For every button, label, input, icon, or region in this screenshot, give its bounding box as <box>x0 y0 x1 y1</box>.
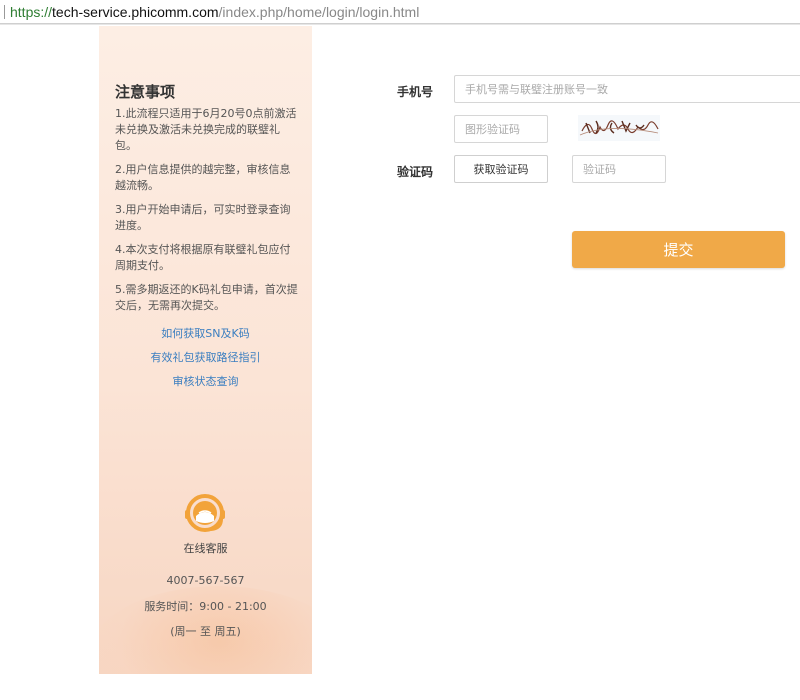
service-days: (周一 至 周五) <box>170 625 241 638</box>
service-phone: 4007-567-567 <box>166 574 245 587</box>
url-host: tech-service.phicomm.com <box>52 4 219 20</box>
service-hours: 服务时间：9:00 - 21:00 <box>144 600 267 613</box>
help-links: 如何获取SN及K码 有效礼包获取路径指引 审核状态查询 <box>99 326 312 398</box>
notice-sidebar: 注意事项 1.此流程只适用于6月20号0点前激活未兑换及激活未兑换完成的联璧礼包… <box>99 26 312 674</box>
notice-item: 5.需多期返还的K码礼包申请，首次提交后，无需再次提交。 <box>115 283 298 312</box>
submit-button[interactable]: 提交 <box>572 231 785 268</box>
online-service-label[interactable]: 在线客服 <box>99 540 312 556</box>
notice-item: 4.本次支付将根据原有联璧礼包应付周期支付。 <box>115 243 291 272</box>
url-text[interactable]: https://tech-service.phicomm.com/index.p… <box>10 3 419 21</box>
notice-title: 注意事项 <box>115 83 176 101</box>
notice-item: 1.此流程只适用于6月20号0点前激活未兑换及激活未兑换完成的联璧礼包。 <box>115 107 297 152</box>
sms-code-label: 验证码 <box>397 165 434 179</box>
link-get-sn-kcode[interactable]: 如何获取SN及K码 <box>99 326 312 342</box>
captcha-input[interactable] <box>454 115 548 143</box>
divider <box>0 24 800 25</box>
address-bar[interactable]: https://tech-service.phicomm.com/index.p… <box>0 0 800 24</box>
link-review-status[interactable]: 审核状态查询 <box>99 374 312 390</box>
sms-code-input[interactable] <box>572 155 666 183</box>
url-path: /index.php/home/login/login.html <box>218 4 420 20</box>
phone-label: 手机号 <box>397 85 434 99</box>
notice-list: 1.此流程只适用于6月20号0点前激活未兑换及激活未兑换完成的联璧礼包。 2.用… <box>115 106 299 322</box>
url-scheme: https:// <box>10 4 53 20</box>
customer-service-headset-icon[interactable] <box>183 491 227 535</box>
captcha-image[interactable] <box>578 115 660 141</box>
get-sms-code-button[interactable]: 获取验证码 <box>454 155 548 183</box>
link-gift-path-guide[interactable]: 有效礼包获取路径指引 <box>99 350 312 366</box>
text-cursor <box>4 5 5 19</box>
notice-item: 3.用户开始申请后，可实时登录查询进度。 <box>115 203 291 232</box>
phone-input[interactable] <box>454 75 800 103</box>
notice-item: 2.用户信息提供的越完整，审核信息越流畅。 <box>115 163 291 192</box>
